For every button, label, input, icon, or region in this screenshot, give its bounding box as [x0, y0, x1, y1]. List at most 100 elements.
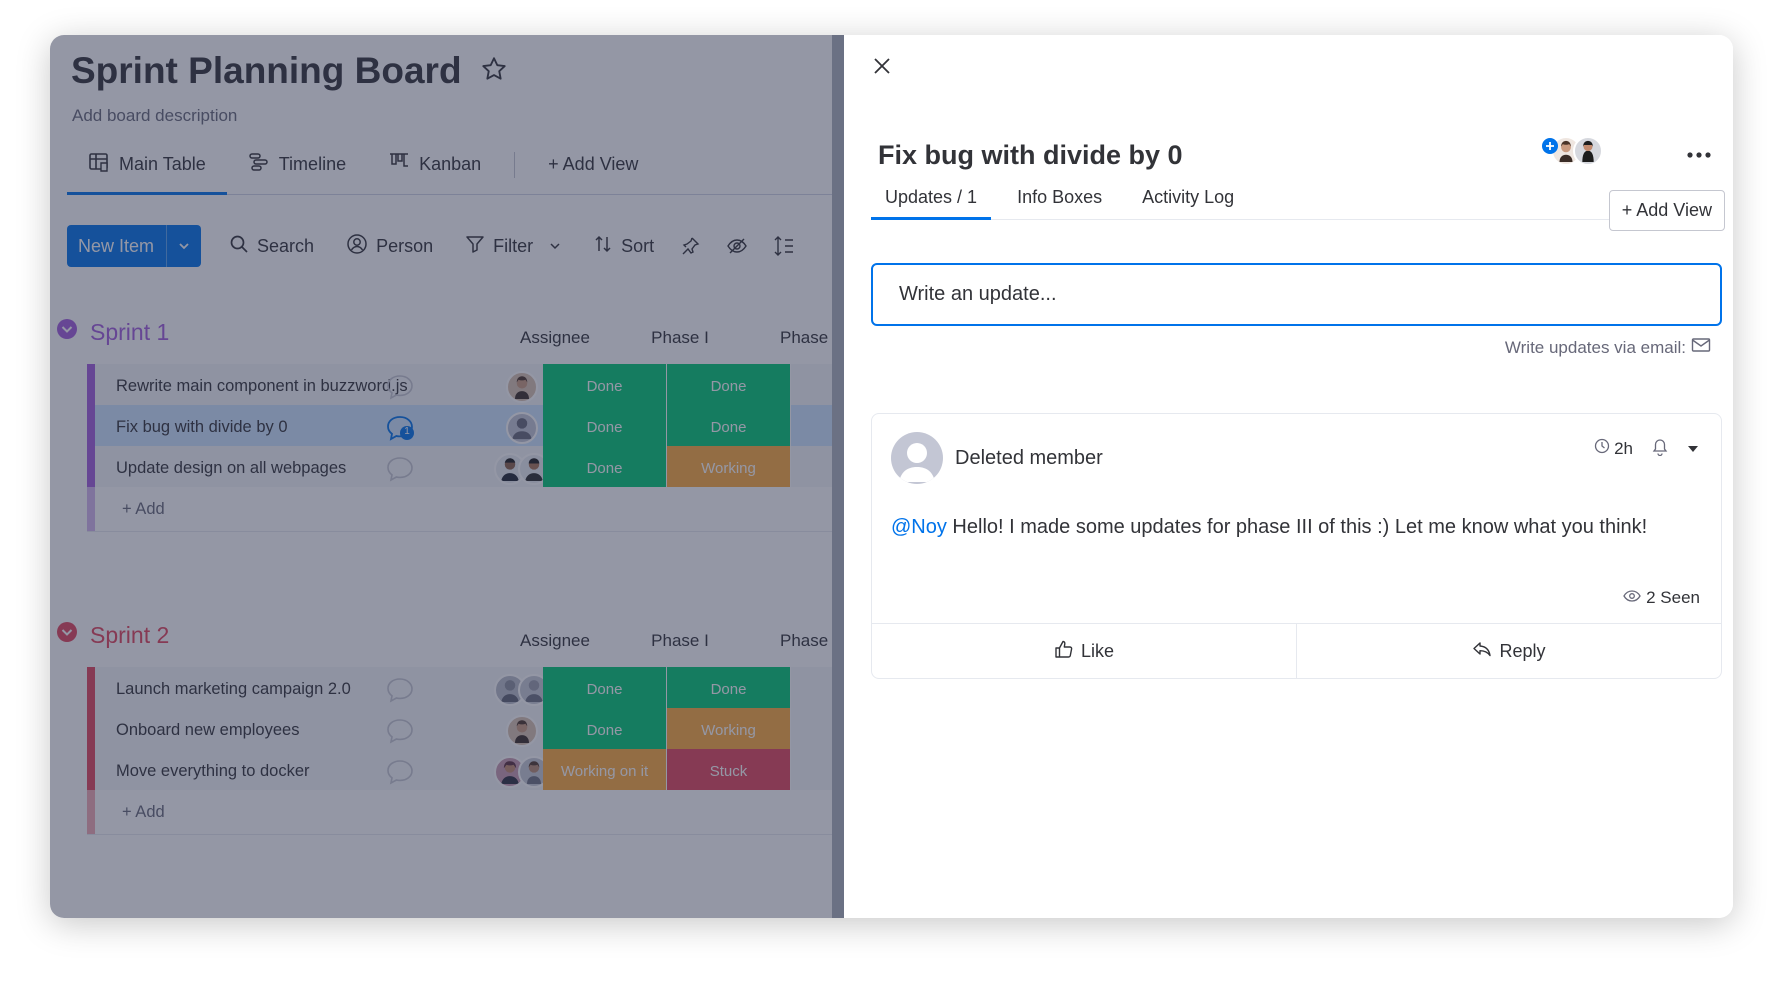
update-input[interactable]: Write an update... [871, 263, 1722, 326]
author-name[interactable]: Deleted member [955, 447, 1103, 470]
status-cell-phase-1[interactable]: Done [543, 667, 667, 712]
status-cell-phase-1[interactable]: Working on it [543, 749, 667, 794]
row-height-icon[interactable] [774, 235, 794, 257]
post-actions: Like Reply [872, 623, 1721, 678]
tab-main-table[interactable]: Main Table [67, 135, 227, 195]
reply-button[interactable]: Reply [1296, 624, 1721, 678]
table-row[interactable]: Move everything to docker Working on it … [87, 749, 840, 794]
star-icon[interactable] [480, 50, 508, 92]
search-button[interactable]: Search [229, 234, 314, 259]
bell-icon[interactable] [1651, 436, 1669, 461]
item-name[interactable]: Update design on all webpages [116, 459, 346, 478]
column-header-phase-1[interactable]: Phase I [612, 328, 748, 348]
column-header-assignee[interactable]: Assignee [495, 631, 615, 651]
status-cell-phase-1[interactable]: Done [543, 364, 667, 409]
app-window: Sprint Planning Board Add board descript… [50, 35, 1733, 918]
thumbs-up-icon [1054, 639, 1074, 664]
seen-indicator[interactable]: 2 Seen [1623, 588, 1700, 608]
column-header-phase-1[interactable]: Phase I [612, 631, 748, 651]
pin-icon[interactable] [680, 236, 700, 256]
status-cell-phase-2[interactable]: Done [667, 667, 791, 712]
add-item-label[interactable]: + Add [122, 500, 165, 519]
item-title[interactable]: Fix bug with divide by 0 [878, 140, 1183, 171]
close-icon[interactable] [870, 54, 894, 78]
add-item-label[interactable]: + Add [122, 803, 165, 822]
avatar [891, 432, 943, 484]
status-cell-phase-2[interactable]: Done [667, 405, 791, 450]
tab-activity-log[interactable]: Activity Log [1128, 175, 1248, 219]
caret-down-icon[interactable] [1687, 439, 1699, 459]
hide-icon[interactable] [726, 236, 748, 256]
seen-label: 2 Seen [1646, 588, 1700, 607]
search-icon [229, 234, 249, 259]
tab-updates[interactable]: Updates / 1 [871, 175, 992, 220]
column-header-phase-2[interactable]: Phase [780, 631, 840, 651]
avatar [506, 371, 538, 403]
status-cell-phase-2[interactable]: Stuck [667, 749, 791, 794]
person-label: Person [376, 235, 434, 256]
item-name[interactable]: Rewrite main component in buzzword.js [116, 377, 408, 396]
item-name[interactable]: Launch marketing campaign 2.0 [116, 680, 351, 699]
collapse-group-icon[interactable] [56, 318, 78, 346]
tab-info-boxes[interactable]: Info Boxes [1003, 175, 1116, 219]
new-item-button[interactable]: New Item [67, 225, 202, 267]
collapse-group-icon[interactable] [56, 621, 78, 649]
status-cell-phase-2[interactable]: Working [667, 708, 791, 753]
add-subscriber-icon[interactable] [1541, 137, 1559, 160]
subscribers[interactable] [1541, 136, 1603, 166]
table-row[interactable]: Rewrite main component in buzzword.js Do… [87, 364, 840, 409]
group-title[interactable]: Sprint 2 [90, 622, 169, 649]
more-options-icon[interactable] [1686, 139, 1712, 165]
status-cell-phase-1[interactable]: Done [543, 708, 667, 753]
email-updates-link[interactable]: Write updates via email: [1505, 337, 1711, 358]
group-color-bar [87, 405, 95, 449]
tab-timeline[interactable]: Timeline [227, 135, 367, 194]
filter-label: Filter [493, 235, 534, 256]
column-header-assignee[interactable]: Assignee [495, 328, 615, 348]
status-cell-phase-2[interactable]: Done [667, 364, 791, 409]
table-row[interactable]: Onboard new employees Done Working [87, 708, 840, 753]
sort-icon [593, 234, 613, 259]
table-row[interactable]: Update design on all webpages Done Worki… [87, 446, 840, 491]
panel-divider [832, 35, 844, 918]
comment-icon[interactable] [385, 717, 415, 750]
tab-kanban[interactable]: Kanban [367, 135, 502, 194]
status-cell-phase-1[interactable]: Done [543, 405, 667, 450]
chevron-down-icon[interactable] [167, 225, 201, 267]
sort-button[interactable]: Sort [593, 234, 654, 259]
group-header-sprint-2[interactable]: Sprint 2 [56, 621, 169, 649]
chevron-down-icon[interactable] [549, 236, 561, 257]
updates-bubble-icon[interactable]: 1 [385, 414, 415, 447]
kanban-icon [388, 151, 410, 178]
comment-icon[interactable] [385, 373, 415, 406]
like-button[interactable]: Like [872, 624, 1296, 678]
item-name[interactable]: Move everything to docker [116, 762, 310, 781]
new-item-label[interactable]: New Item [67, 225, 168, 267]
add-view-button[interactable]: + Add View [1608, 190, 1725, 231]
status-cell-phase-2[interactable]: Working [667, 446, 791, 491]
person-filter-button[interactable]: Person [346, 233, 433, 260]
add-item-row[interactable]: + Add [87, 790, 840, 835]
group-header-sprint-1[interactable]: Sprint 1 [56, 318, 169, 346]
column-header-phase-2[interactable]: Phase [780, 328, 840, 348]
board-title-text: Sprint Planning Board [71, 50, 462, 91]
add-item-row[interactable]: + Add [87, 487, 840, 532]
clock-icon [1594, 438, 1610, 459]
comment-icon[interactable] [385, 758, 415, 791]
avatar [506, 715, 538, 747]
board-description[interactable]: Add board description [72, 106, 237, 126]
comment-icon[interactable] [385, 455, 415, 488]
comment-icon[interactable] [385, 676, 415, 709]
item-name[interactable]: Onboard new employees [116, 721, 299, 740]
add-view-button[interactable]: + Add View [527, 135, 659, 194]
board-views-bar: Main Table Timeline Kanban + Add View [67, 135, 840, 195]
table-row[interactable]: Fix bug with divide by 0 1 Done Done [87, 405, 840, 450]
mention-link[interactable]: @Noy [891, 516, 947, 538]
status-cell-phase-1[interactable]: Done [543, 446, 667, 491]
item-name[interactable]: Fix bug with divide by 0 [116, 418, 288, 437]
email-hint-label: Write updates via email: [1504, 337, 1686, 357]
group-title[interactable]: Sprint 1 [90, 319, 169, 346]
filter-button[interactable]: Filter [465, 234, 561, 259]
item-panel: Fix bug with divide by 0 Updates / 1 Inf… [844, 35, 1733, 918]
table-row[interactable]: Launch marketing campaign 2.0 Done Done [87, 667, 840, 712]
